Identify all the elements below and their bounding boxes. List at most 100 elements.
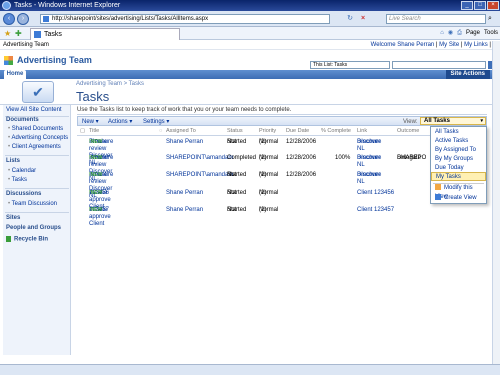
home-icon[interactable]: ⌂ (440, 29, 444, 38)
new-badge: !NEW (89, 207, 103, 213)
feeds-icon[interactable]: ◉ (448, 29, 453, 38)
minimize-button[interactable]: _ (461, 1, 473, 10)
page-banner: ✔ Advertising Team > Tasks Tasks (0, 79, 500, 105)
nav-item-client-agreements[interactable]: Client Agreements (8, 144, 61, 150)
welcome-menu[interactable]: Welcome Shane Perran (371, 42, 435, 48)
window-title: Tasks - Windows Internet Explorer (14, 2, 121, 9)
browser-tab[interactable]: Tasks (30, 28, 180, 40)
view-option-my-tasks[interactable]: My Tasks (431, 172, 486, 181)
address-bar-row: ‹ › http://sharepoint/sites/advertising/… (0, 11, 500, 27)
recycle-bin-icon (6, 236, 11, 242)
refresh-icon[interactable]: ↻ (345, 14, 355, 24)
view-label: View: (403, 119, 418, 125)
nav-heading-sites[interactable]: Sites (6, 215, 20, 221)
nav-heading-people-groups[interactable]: People and Groups (6, 225, 61, 231)
tab-page-icon (34, 31, 41, 38)
row-assigned[interactable]: Shane Perran (166, 207, 203, 214)
page-menu[interactable]: Page (466, 29, 480, 38)
col-status[interactable]: Status (227, 128, 243, 134)
address-url: http://sharepoint/sites/advertising/List… (52, 16, 209, 22)
row-assigned[interactable]: Shane Perran (166, 190, 203, 197)
col-due-date[interactable]: Due Date (286, 128, 309, 134)
tab-home[interactable]: Home (4, 70, 26, 79)
view-all-site-content-link[interactable]: View All Site Content (6, 107, 62, 113)
nav-heading-discussions[interactable]: Discussions (6, 191, 41, 197)
site-logo-icon (4, 56, 13, 65)
view-dropdown-menu: All Tasks Active Tasks By Assigned To By… (430, 126, 487, 204)
view-option-active-tasks[interactable]: Active Tasks (431, 137, 486, 146)
actions-menu[interactable]: Actions ▾ (108, 118, 132, 126)
stop-icon[interactable]: × (358, 14, 368, 24)
forward-arrow-icon[interactable]: › (17, 13, 29, 25)
view-option-by-assigned-to[interactable]: By Assigned To (431, 146, 486, 155)
view-option-by-my-groups[interactable]: By My Groups (431, 155, 486, 164)
print-icon[interactable]: ⎙ (457, 29, 462, 38)
nav-item-team-discussion[interactable]: Team Discussion (8, 201, 57, 207)
tools-menu[interactable]: Tools (484, 29, 498, 38)
nav-item-calendar[interactable]: Calendar (8, 168, 36, 174)
modify-view-option[interactable]: Modify this View (431, 184, 486, 200)
my-site-link[interactable]: My Site (439, 42, 459, 48)
view-option-all-tasks[interactable]: All Tasks (431, 128, 486, 137)
row-assigned[interactable]: SHAREPOINT\amandam (166, 155, 233, 162)
site-search-input[interactable] (392, 61, 486, 69)
create-view-icon (435, 194, 441, 201)
new-badge: !NEW (89, 155, 103, 161)
settings-menu[interactable]: Settings ▾ (143, 118, 169, 126)
col-pct-complete[interactable]: % Complete (321, 128, 351, 134)
close-window-button[interactable]: × (487, 1, 499, 10)
tasks-checkmark-icon: ✔ (22, 81, 54, 103)
ie-icon (2, 1, 11, 10)
maximize-button[interactable]: □ (474, 1, 486, 10)
command-bar: ★ ✚ Tasks ⌂ ◉ ⎙ Page Tools (0, 27, 500, 40)
table-header: ▢ Title ◌ Assigned To Status Priority Du… (77, 127, 487, 136)
col-assigned-to[interactable]: Assigned To (166, 128, 196, 134)
search-icon[interactable]: ⌕ (488, 14, 498, 24)
my-links-menu[interactable]: My Links (464, 42, 488, 48)
new-badge: !NEW (89, 190, 103, 196)
page-title: Tasks (76, 89, 110, 104)
breadcrumb[interactable]: Advertising Team > Tasks (76, 81, 144, 87)
recycle-bin-label: Recycle Bin (14, 236, 49, 243)
row-link[interactable]: Client 123456 (357, 190, 394, 197)
row-assigned[interactable]: SHAREPOINT\amandam (166, 172, 233, 179)
address-input[interactable]: http://sharepoint/sites/advertising/List… (40, 14, 330, 24)
site-title[interactable]: Advertising Team (17, 55, 92, 65)
nav-item-advertising-concepts[interactable]: Advertising Concepts (8, 135, 68, 141)
row-due-date: 12/28/2006 (286, 139, 317, 145)
vertical-scrollbar[interactable] (492, 41, 500, 364)
row-pct: 100% (335, 155, 351, 161)
col-title[interactable]: Title (89, 128, 99, 134)
recycle-bin-link[interactable]: Recycle Bin (6, 236, 48, 243)
new-badge: !NEW (89, 172, 103, 178)
list-toolbar: New ▾ Actions ▾ Settings ▾ View: All Tas… (77, 116, 487, 126)
row-assigned[interactable]: Shane Perran (166, 139, 203, 146)
nav-item-shared-documents[interactable]: Shared Documents (8, 126, 63, 132)
col-link[interactable]: Link (357, 128, 367, 134)
site-actions-menu[interactable]: Site Actions (445, 70, 490, 79)
quick-launch: View All Site Content Documents Shared D… (3, 105, 71, 355)
status-bar (0, 364, 500, 375)
new-menu[interactable]: New ▾ (82, 118, 99, 126)
row-due-date: 12/28/2006 (286, 172, 317, 178)
top-navigation: Home Site Actions (0, 70, 500, 79)
modify-view-icon (435, 184, 441, 191)
back-arrow-icon[interactable]: ‹ (3, 13, 15, 25)
add-favorite-icon[interactable]: ✚ (15, 29, 22, 38)
nav-heading-documents[interactable]: Documents (6, 117, 39, 123)
favorites-star-icon[interactable]: ★ (4, 29, 11, 38)
col-outcome[interactable]: Outcome (397, 128, 419, 134)
select-all-checkbox[interactable]: ▢ (80, 128, 85, 134)
view-selector[interactable]: All Tasks ▾ (420, 117, 486, 125)
search-scope-select[interactable]: This List: Tasks (310, 61, 390, 69)
create-view-option[interactable]: Create View (431, 194, 486, 203)
row-link[interactable]: Client 123457 (357, 207, 394, 214)
row-due-date: 12/28/2006 (286, 155, 317, 161)
window-title-bar: Tasks - Windows Internet Explorer _ □ × (0, 0, 500, 11)
nav-item-tasks[interactable]: Tasks (8, 177, 27, 183)
col-priority[interactable]: Priority (259, 128, 276, 134)
list-description: Use the Tasks list to keep track of work… (77, 107, 487, 115)
top-site-name[interactable]: Advertising Team (3, 41, 49, 50)
nav-heading-lists[interactable]: Lists (6, 158, 20, 164)
live-search-input[interactable]: Live Search (386, 14, 486, 24)
